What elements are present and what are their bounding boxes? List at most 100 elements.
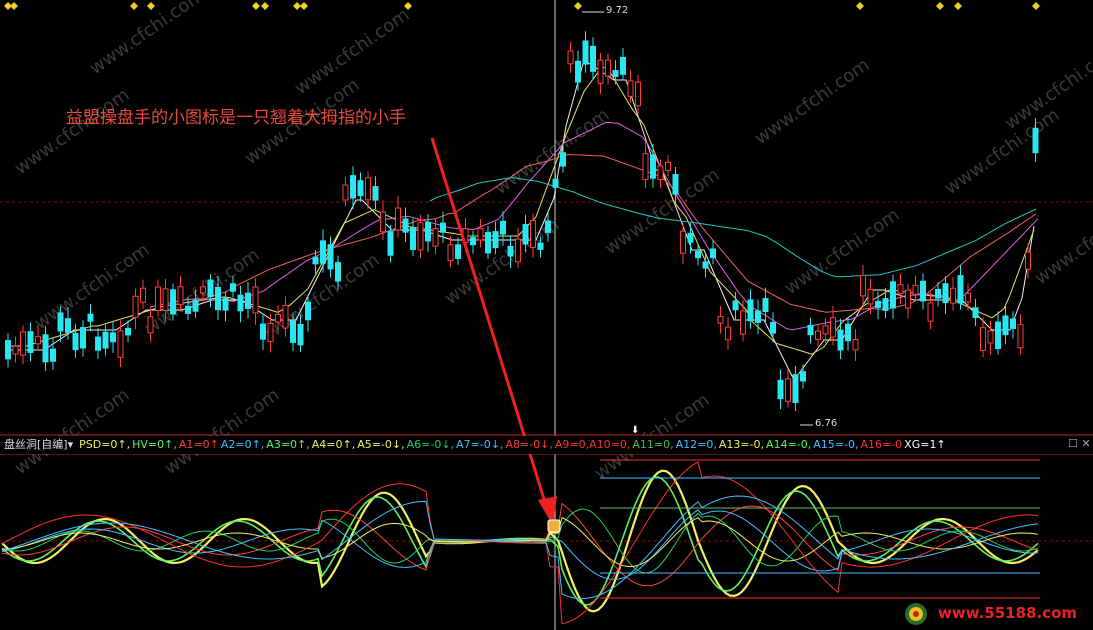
indicator-value-3: A2=0↑,: [220, 438, 265, 451]
signal-diamond: [293, 2, 301, 10]
signal-diamond: [404, 2, 412, 10]
candle-body: [507, 245, 514, 257]
candle-body: [132, 295, 139, 318]
candle-body: [890, 281, 896, 309]
candle-body: [27, 331, 34, 353]
indicator-value-2: A1=0↑: [178, 438, 219, 451]
candle-body: [417, 222, 424, 251]
candle-body: [110, 332, 116, 343]
candle-body: [387, 231, 394, 256]
candle-body: [140, 287, 146, 303]
candle-body: [312, 256, 319, 265]
candle-body: [5, 340, 11, 360]
indicator-line-3: [1, 509, 1039, 580]
candle-body: [687, 232, 694, 243]
watermark-text: www.cfchi.com: [491, 104, 614, 199]
candle-body: [995, 321, 1001, 350]
candle-body: [747, 299, 754, 322]
candle-body: [770, 322, 776, 334]
candle-body: [702, 261, 709, 269]
signal-diamond: [261, 2, 269, 10]
annotation-arrow: [430, 137, 557, 526]
candle-body: [267, 322, 274, 342]
candle-body: [402, 218, 409, 233]
candle-body: [642, 153, 649, 181]
candle-body: [125, 327, 131, 336]
candle-body: [905, 289, 911, 309]
candle-body: [545, 220, 551, 234]
candle-body: [845, 323, 851, 342]
candle-body: [447, 244, 454, 262]
indicator-value-8: A7=-0↓,: [456, 438, 504, 451]
candle-body: [20, 331, 26, 356]
indicator-values: PSD=0↑, HV=0↑, A1=0↑ A2=0↑, A3=0↑, A4=0↑, A5=-…: [79, 438, 948, 451]
candle-body: [807, 324, 814, 336]
high-price-label: 9.72: [606, 5, 629, 16]
candle-body: [335, 262, 341, 282]
candle-body: [117, 330, 124, 358]
candle-body: [965, 292, 971, 303]
candle-body: [980, 327, 986, 351]
low-price-label: 6.76: [815, 418, 838, 429]
candle-body: [822, 325, 829, 335]
candle-body: [290, 320, 296, 343]
indicator-value-14: A14=-0,: [766, 438, 812, 451]
ma-line-2: [149, 121, 1039, 331]
candle-body: [215, 286, 221, 311]
candle-body: [837, 329, 844, 351]
signal-diamond: [10, 2, 18, 10]
candle-body: [245, 292, 251, 309]
candle-body: [432, 227, 439, 247]
candle-body: [327, 244, 334, 270]
indicator-value-0: PSD=0↑,: [79, 438, 131, 451]
panel-controls[interactable]: ☐ ✕: [1068, 437, 1091, 450]
indicator-line-7: [1, 495, 1039, 600]
candle-body: [357, 180, 364, 197]
candle-body: [672, 174, 679, 195]
candle-body: [680, 230, 686, 254]
indicator-value-4: A3=0↑,: [266, 438, 310, 451]
candle-body: [207, 279, 214, 298]
candle-body: [912, 284, 919, 295]
candle-body: [860, 274, 866, 297]
candle-body: [957, 275, 964, 304]
candle-body: [605, 59, 611, 77]
indicator-name[interactable]: 盘丝洞[自编]: [0, 436, 68, 452]
candle-body: [477, 228, 484, 241]
indicator-value-17: XG=1↑: [904, 438, 946, 451]
cfchi-watermarks: www.cfchi.comwww.cfchi.comwww.cfchi.comw…: [11, 0, 1093, 484]
candle-body: [852, 339, 859, 351]
candle-body: [515, 238, 521, 263]
candle-body: [12, 345, 19, 355]
candle-body: [342, 184, 349, 201]
candle-body: [650, 154, 656, 179]
candle-body: [627, 80, 634, 97]
candle-body: [500, 220, 506, 235]
candle-body: [50, 348, 56, 362]
candle-body: [410, 227, 416, 250]
watermark-text: www.cfchi.com: [11, 84, 134, 179]
candle-body: [72, 332, 79, 351]
candle-body: [252, 286, 259, 314]
signal-diamond: [252, 2, 260, 10]
indicator-value-1: HV=0↑,: [132, 438, 177, 451]
indicator-value-10: A9=0,A10=0,: [554, 438, 631, 451]
watermark-text: www.cfchi.com: [161, 384, 284, 479]
candle-body: [237, 294, 244, 312]
candle-body: [395, 207, 401, 231]
candle-body: [732, 300, 739, 311]
candle-body: [1032, 127, 1039, 154]
candle-body: [897, 284, 904, 294]
candle-body: [590, 45, 596, 72]
candle-body: [867, 288, 874, 305]
indicator-dropdown-icon[interactable]: ▾: [68, 438, 74, 451]
signal-diamond: [300, 2, 308, 10]
candle-body: [155, 286, 161, 311]
candle-body: [575, 60, 581, 83]
candle-body: [665, 161, 671, 171]
candle-body: [935, 288, 941, 299]
candle-body: [530, 220, 536, 248]
signal-diamond: [147, 2, 155, 10]
candle-body: [785, 378, 791, 402]
candle-body: [372, 186, 379, 201]
